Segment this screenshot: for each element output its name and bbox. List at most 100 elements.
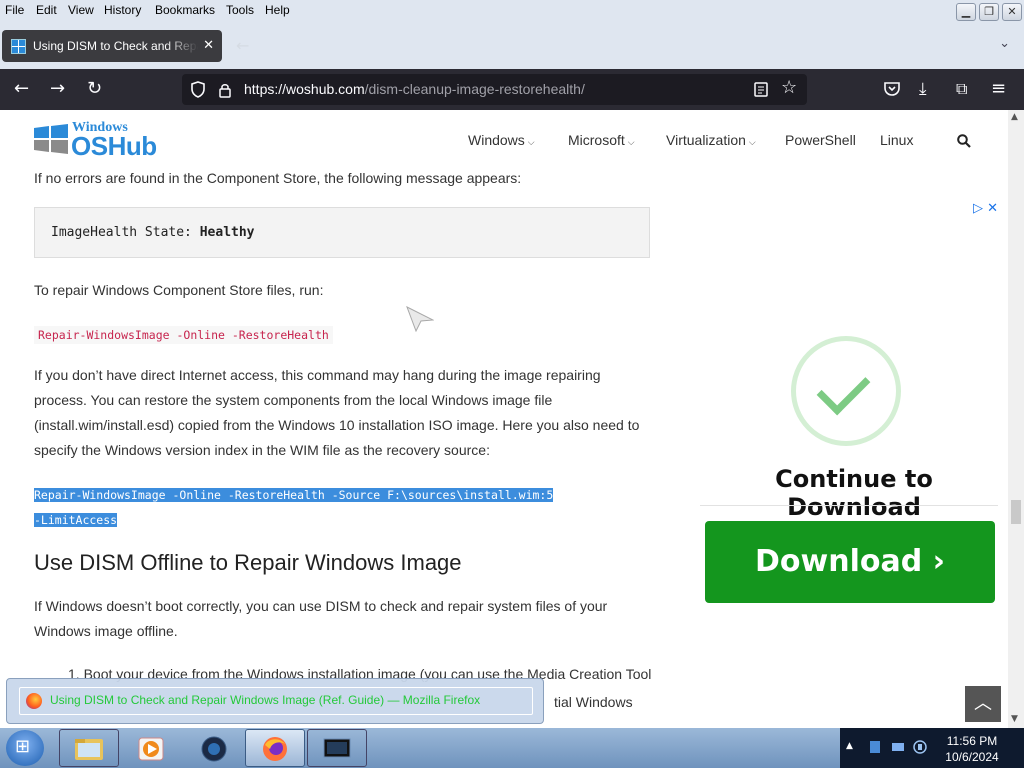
close-window-button[interactable]: ✕ <box>1002 3 1022 21</box>
monitor-icon <box>323 738 351 758</box>
taskbar-preview[interactable]: Using DISM to Check and Repair Windows I… <box>6 678 544 724</box>
pocket-icon[interactable] <box>884 81 900 96</box>
url-bar[interactable]: https://woshub.com/dism-cleanup-image-re… <box>182 74 807 105</box>
clock-date: 10/6/2024 <box>945 750 999 764</box>
menu-bar: File Edit View History Bookmarks Tools H… <box>0 0 1024 22</box>
logo-text-oshub[interactable]: OSHub <box>71 131 157 162</box>
menu-tools[interactable]: Tools <box>226 3 254 17</box>
taskbar-preview-item[interactable]: Using DISM to Check and Repair Windows I… <box>19 687 533 715</box>
taskbar-media-player[interactable] <box>121 729 181 767</box>
forward-arrow-icon[interactable]: → <box>50 78 65 100</box>
menu-view[interactable]: View <box>68 3 94 17</box>
display-icon[interactable] <box>891 740 905 754</box>
extensions-icon[interactable]: ⧉ <box>956 78 967 100</box>
chevron-down-icon: ⌵ <box>527 137 535 147</box>
menu-file[interactable]: File <box>5 3 24 17</box>
windows-logo-icon[interactable] <box>34 124 68 154</box>
list-all-tabs-chevron-icon[interactable]: ⌄ <box>999 36 1010 51</box>
scroll-up-arrow-icon[interactable]: ▲ <box>1011 112 1018 122</box>
taskbar: ▲ 11:56 PM 10/6/2024 <box>0 728 1024 768</box>
list-item-continuation: tial Windows <box>554 694 633 710</box>
menu-edit[interactable]: Edit <box>36 3 57 17</box>
url-text[interactable]: https://woshub.com/dism-cleanup-image-re… <box>244 81 585 97</box>
mouse-pointer-icon <box>406 306 434 332</box>
globe-icon <box>201 736 227 762</box>
ad-title: Continue to Download <box>775 465 933 521</box>
bookmark-star-icon[interactable]: ☆ <box>781 77 797 98</box>
menu-help[interactable]: Help <box>265 3 290 17</box>
inline-code[interactable]: Repair-WindowsImage -Online -RestoreHeal… <box>34 326 333 344</box>
nav-powershell[interactable]: PowerShell <box>785 132 856 148</box>
url-path: /dism-cleanup-image-restorehealth/ <box>364 81 585 97</box>
chevron-down-icon: ⌵ <box>627 137 635 147</box>
downloads-icon[interactable]: ⤓ <box>919 78 927 100</box>
show-hidden-icons-icon[interactable]: ▲ <box>846 741 860 755</box>
site-favicon-icon <box>11 39 26 54</box>
tab-title: Using DISM to Check and Repair Windows I… <box>33 39 198 53</box>
nav-windows[interactable]: Windows ⌵ <box>468 132 535 148</box>
back-arrow-icon[interactable]: ← <box>14 78 29 100</box>
advertisement[interactable]: ▷ ✕ Continue to Download Download › <box>700 195 1008 675</box>
nav-microsoft-label: Microsoft <box>568 132 625 148</box>
scroll-down-arrow-icon[interactable]: ▼ <box>1011 714 1018 724</box>
paragraph: To repair Windows Component Store files,… <box>34 282 324 298</box>
taskbar-monitor-app[interactable] <box>307 729 367 767</box>
nav-virtualization[interactable]: Virtualization ⌵ <box>666 132 756 148</box>
selected-code[interactable]: Repair-WindowsImage -Online -RestoreHeal… <box>34 488 554 502</box>
tab-close-icon[interactable]: ✕ <box>203 37 214 53</box>
navigation-toolbar: ← → ↻ https://woshub.com/dism-cleanup-im… <box>0 69 1024 110</box>
menu-history[interactable]: History <box>104 3 141 17</box>
nav-microsoft[interactable]: Microsoft ⌵ <box>568 132 635 148</box>
lock-icon[interactable] <box>218 82 232 98</box>
section-heading: Use DISM Offline to Repair Windows Image <box>34 550 462 575</box>
taskbar-preview-title: Using DISM to Check and Repair Windows I… <box>50 693 481 707</box>
code-output-value: Healthy <box>199 225 255 240</box>
taskbar-explorer[interactable] <box>59 729 119 767</box>
back-to-top-button[interactable]: ︿ <box>965 686 1001 722</box>
selected-code[interactable]: -LimitAccess <box>34 513 118 527</box>
minimize-button[interactable]: ▁ <box>956 3 976 21</box>
selected-code-line-2: -LimitAccess <box>34 507 644 533</box>
volume-icon[interactable] <box>913 740 927 754</box>
paragraph: If Windows doesn’t boot correctly, you c… <box>34 598 608 639</box>
firefox-icon <box>263 737 287 761</box>
reader-view-icon[interactable] <box>754 82 768 97</box>
search-icon[interactable] <box>957 134 971 148</box>
system-clock[interactable]: 11:56 PM 10/6/2024 <box>932 733 1012 765</box>
paragraph: If no errors are found in the Component … <box>34 170 522 186</box>
new-tab-arrow-icon[interactable]: ← <box>236 36 249 55</box>
inline-code-line: Repair-WindowsImage -Online -RestoreHeal… <box>34 322 644 348</box>
taskbar-firefox[interactable] <box>245 729 305 767</box>
network-icon[interactable] <box>868 740 882 754</box>
restore-button[interactable]: ❐ <box>979 3 999 21</box>
shield-icon[interactable] <box>190 81 206 98</box>
clock-time: 11:56 PM <box>946 734 998 748</box>
taskbar-app[interactable] <box>184 729 244 767</box>
download-button[interactable]: Download › <box>705 521 995 603</box>
site-header: Windows OSHub Windows ⌵ Microsoft ⌵ Virtua… <box>0 110 1008 170</box>
code-block-output: ImageHealth State: Healthy <box>34 207 650 258</box>
start-button[interactable] <box>6 730 44 766</box>
paragraph: If you don’t have direct Internet access… <box>34 367 640 458</box>
code-output-label: ImageHealth State: <box>51 225 200 240</box>
selected-code-line-1: Repair-WindowsImage -Online -RestoreHeal… <box>34 482 644 508</box>
nav-linux[interactable]: Linux <box>880 132 913 148</box>
firefox-icon <box>26 693 42 709</box>
nav-windows-label: Windows <box>468 132 525 148</box>
nav-virtualization-label: Virtualization <box>666 132 746 148</box>
tab-strip: Using DISM to Check and Repair Windows I… <box>0 22 1024 69</box>
reload-icon[interactable]: ↻ <box>87 78 102 100</box>
scrollbar-thumb[interactable] <box>1011 500 1021 524</box>
system-tray: ▲ 11:56 PM 10/6/2024 <box>840 728 1024 768</box>
vertical-scrollbar[interactable]: ▲ ▼ <box>1008 110 1024 728</box>
folder-icon <box>75 739 103 760</box>
media-player-icon <box>138 737 164 761</box>
checkmark-circle-icon <box>791 336 901 446</box>
menu-hamburger-icon[interactable]: ≡ <box>991 78 1006 100</box>
url-domain: https://woshub.com <box>244 81 365 97</box>
tab-active[interactable]: Using DISM to Check and Repair Windows I… <box>2 30 222 62</box>
ad-choices-icon[interactable]: ▷ ✕ <box>973 201 998 216</box>
divider <box>700 505 998 506</box>
menu-bookmarks[interactable]: Bookmarks <box>155 3 215 17</box>
chevron-down-icon: ⌵ <box>748 137 756 147</box>
